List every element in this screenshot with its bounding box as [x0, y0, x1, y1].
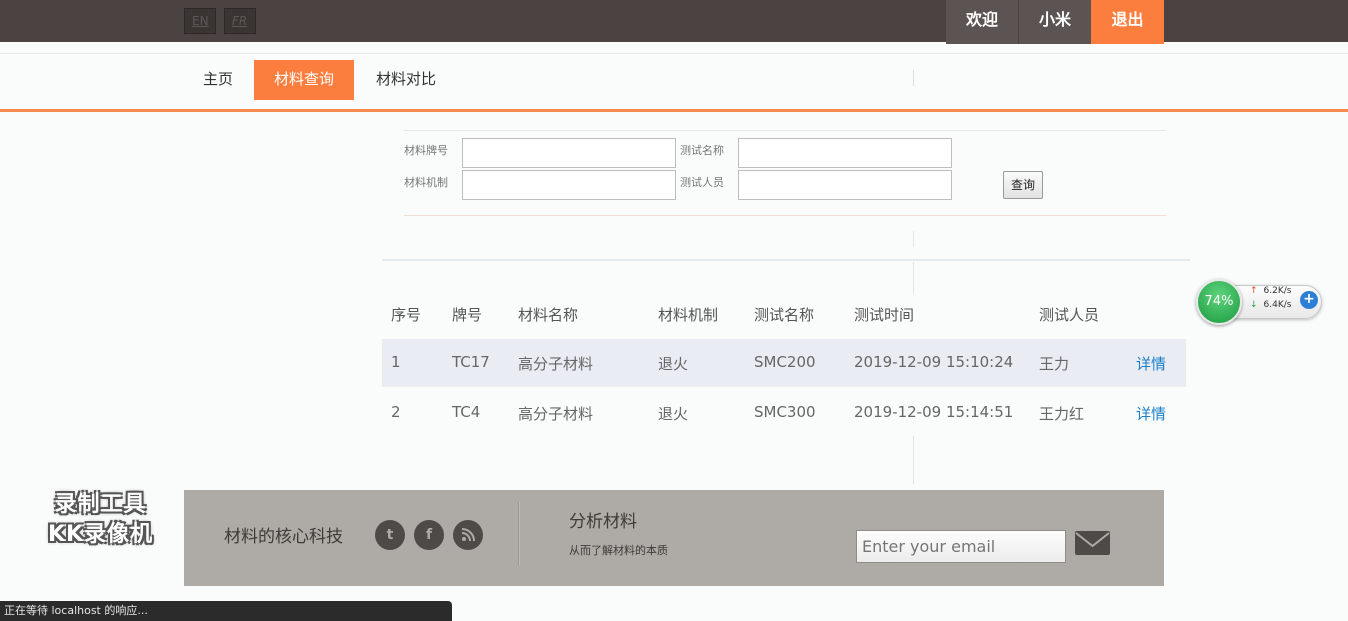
mechanism-label: 材料机制 [404, 176, 448, 189]
detail-link[interactable]: 详情 [1136, 353, 1166, 374]
footer-divider [518, 502, 520, 566]
plus-icon[interactable]: + [1300, 291, 1318, 309]
cell-mechanism: 退火 [658, 355, 689, 373]
cell-tester: 王力 [1039, 355, 1070, 373]
test-name-input[interactable] [738, 138, 952, 168]
th-name: 材料名称 [518, 306, 579, 324]
watermark-line-2: KK录像机 [47, 522, 154, 547]
cell-grade: TC17 [452, 353, 490, 371]
th-no: 序号 [391, 306, 422, 324]
footer-subtitle: 从而了解材料的本质 [569, 544, 668, 557]
network-speed-widget[interactable]: 74% ↑ 6.2K/s ↓ 6.4K/s + [1196, 279, 1324, 325]
upload-speed: ↑ 6.2K/s [1250, 286, 1291, 296]
lang-en-button[interactable]: EN [184, 8, 216, 34]
content-separator [913, 436, 914, 484]
download-speed: ↓ 6.4K/s [1250, 300, 1291, 310]
nav-home[interactable]: 主页 [196, 60, 240, 100]
top-bar: EN FR 欢迎 小米 退出 [0, 0, 1348, 44]
nav-separator [913, 70, 914, 86]
tester-input[interactable] [738, 170, 952, 200]
cell-no: 2 [391, 403, 401, 421]
cell-name: 高分子材料 [518, 405, 594, 423]
watermark-line-1: 录制工具 [54, 492, 147, 517]
download-value: 6.4K/s [1263, 300, 1292, 310]
recorder-watermark: 录制工具 KK录像机 [28, 490, 173, 550]
cell-test-name: SMC300 [754, 403, 816, 421]
speed-percent: 74% [1196, 279, 1242, 325]
th-test-time: 测试时间 [854, 306, 915, 324]
cell-grade: TC4 [452, 403, 481, 421]
tester-label: 测试人员 [680, 176, 724, 189]
content-separator [913, 231, 914, 247]
twitter-icon[interactable]: t [375, 520, 405, 550]
cell-no: 1 [391, 353, 401, 371]
facebook-icon[interactable]: f [414, 520, 444, 550]
nav-accent-line [0, 109, 1348, 112]
footer: 材料的核心科技 t f 分析材料 从而了解材料的本质 [184, 490, 1164, 586]
rss-glyph [461, 528, 475, 542]
logout-button[interactable]: 退出 [1091, 0, 1164, 44]
cell-test-time: 2019-12-09 15:10:24 [854, 353, 1014, 371]
grade-label: 材料牌号 [404, 144, 448, 157]
detail-link[interactable]: 详情 [1136, 403, 1166, 424]
username-link[interactable]: 小米 [1018, 0, 1091, 44]
upload-arrow-icon: ↑ [1250, 286, 1258, 296]
email-input[interactable] [856, 530, 1066, 563]
envelope-glyph [1075, 531, 1110, 555]
mail-icon[interactable] [1074, 528, 1112, 558]
nav-top-divider [0, 53, 1348, 54]
cell-tester: 王力红 [1039, 405, 1085, 423]
form-top-divider [404, 130, 1166, 131]
welcome-label: 欢迎 [946, 0, 1018, 44]
upload-value: 6.2K/s [1263, 286, 1292, 296]
th-grade: 牌号 [452, 306, 483, 324]
th-tester: 测试人员 [1039, 306, 1100, 324]
nav-material-query[interactable]: 材料查询 [254, 60, 354, 100]
footer-title: 材料的核心科技 [224, 527, 343, 547]
test-name-label: 测试名称 [680, 144, 724, 157]
th-mechanism: 材料机制 [658, 306, 719, 324]
cell-name: 高分子材料 [518, 355, 594, 373]
form-bottom-divider [404, 215, 1166, 216]
grade-input[interactable] [462, 138, 676, 168]
content-separator [913, 262, 914, 294]
nav-material-compare[interactable]: 材料对比 [366, 60, 446, 100]
rss-icon[interactable] [453, 520, 483, 550]
table-row: 1 TC17 高分子材料 退火 SMC200 2019-12-09 15:10:… [382, 339, 1186, 387]
mechanism-input[interactable] [462, 170, 676, 200]
query-button[interactable]: 查询 [1003, 171, 1043, 199]
results-divider [382, 259, 1190, 261]
table-row: 2 TC4 高分子材料 退火 SMC300 2019-12-09 15:14:5… [382, 389, 1186, 437]
th-test-name: 测试名称 [754, 306, 815, 324]
cell-test-time: 2019-12-09 15:14:51 [854, 403, 1014, 421]
cell-mechanism: 退火 [658, 405, 689, 423]
browser-status-bar: 正在等待 localhost 的响应... [0, 601, 452, 621]
footer-heading: 分析材料 [569, 512, 637, 532]
download-arrow-icon: ↓ [1250, 300, 1258, 310]
cell-test-name: SMC200 [754, 353, 816, 371]
lang-fr-button[interactable]: FR [224, 8, 256, 34]
